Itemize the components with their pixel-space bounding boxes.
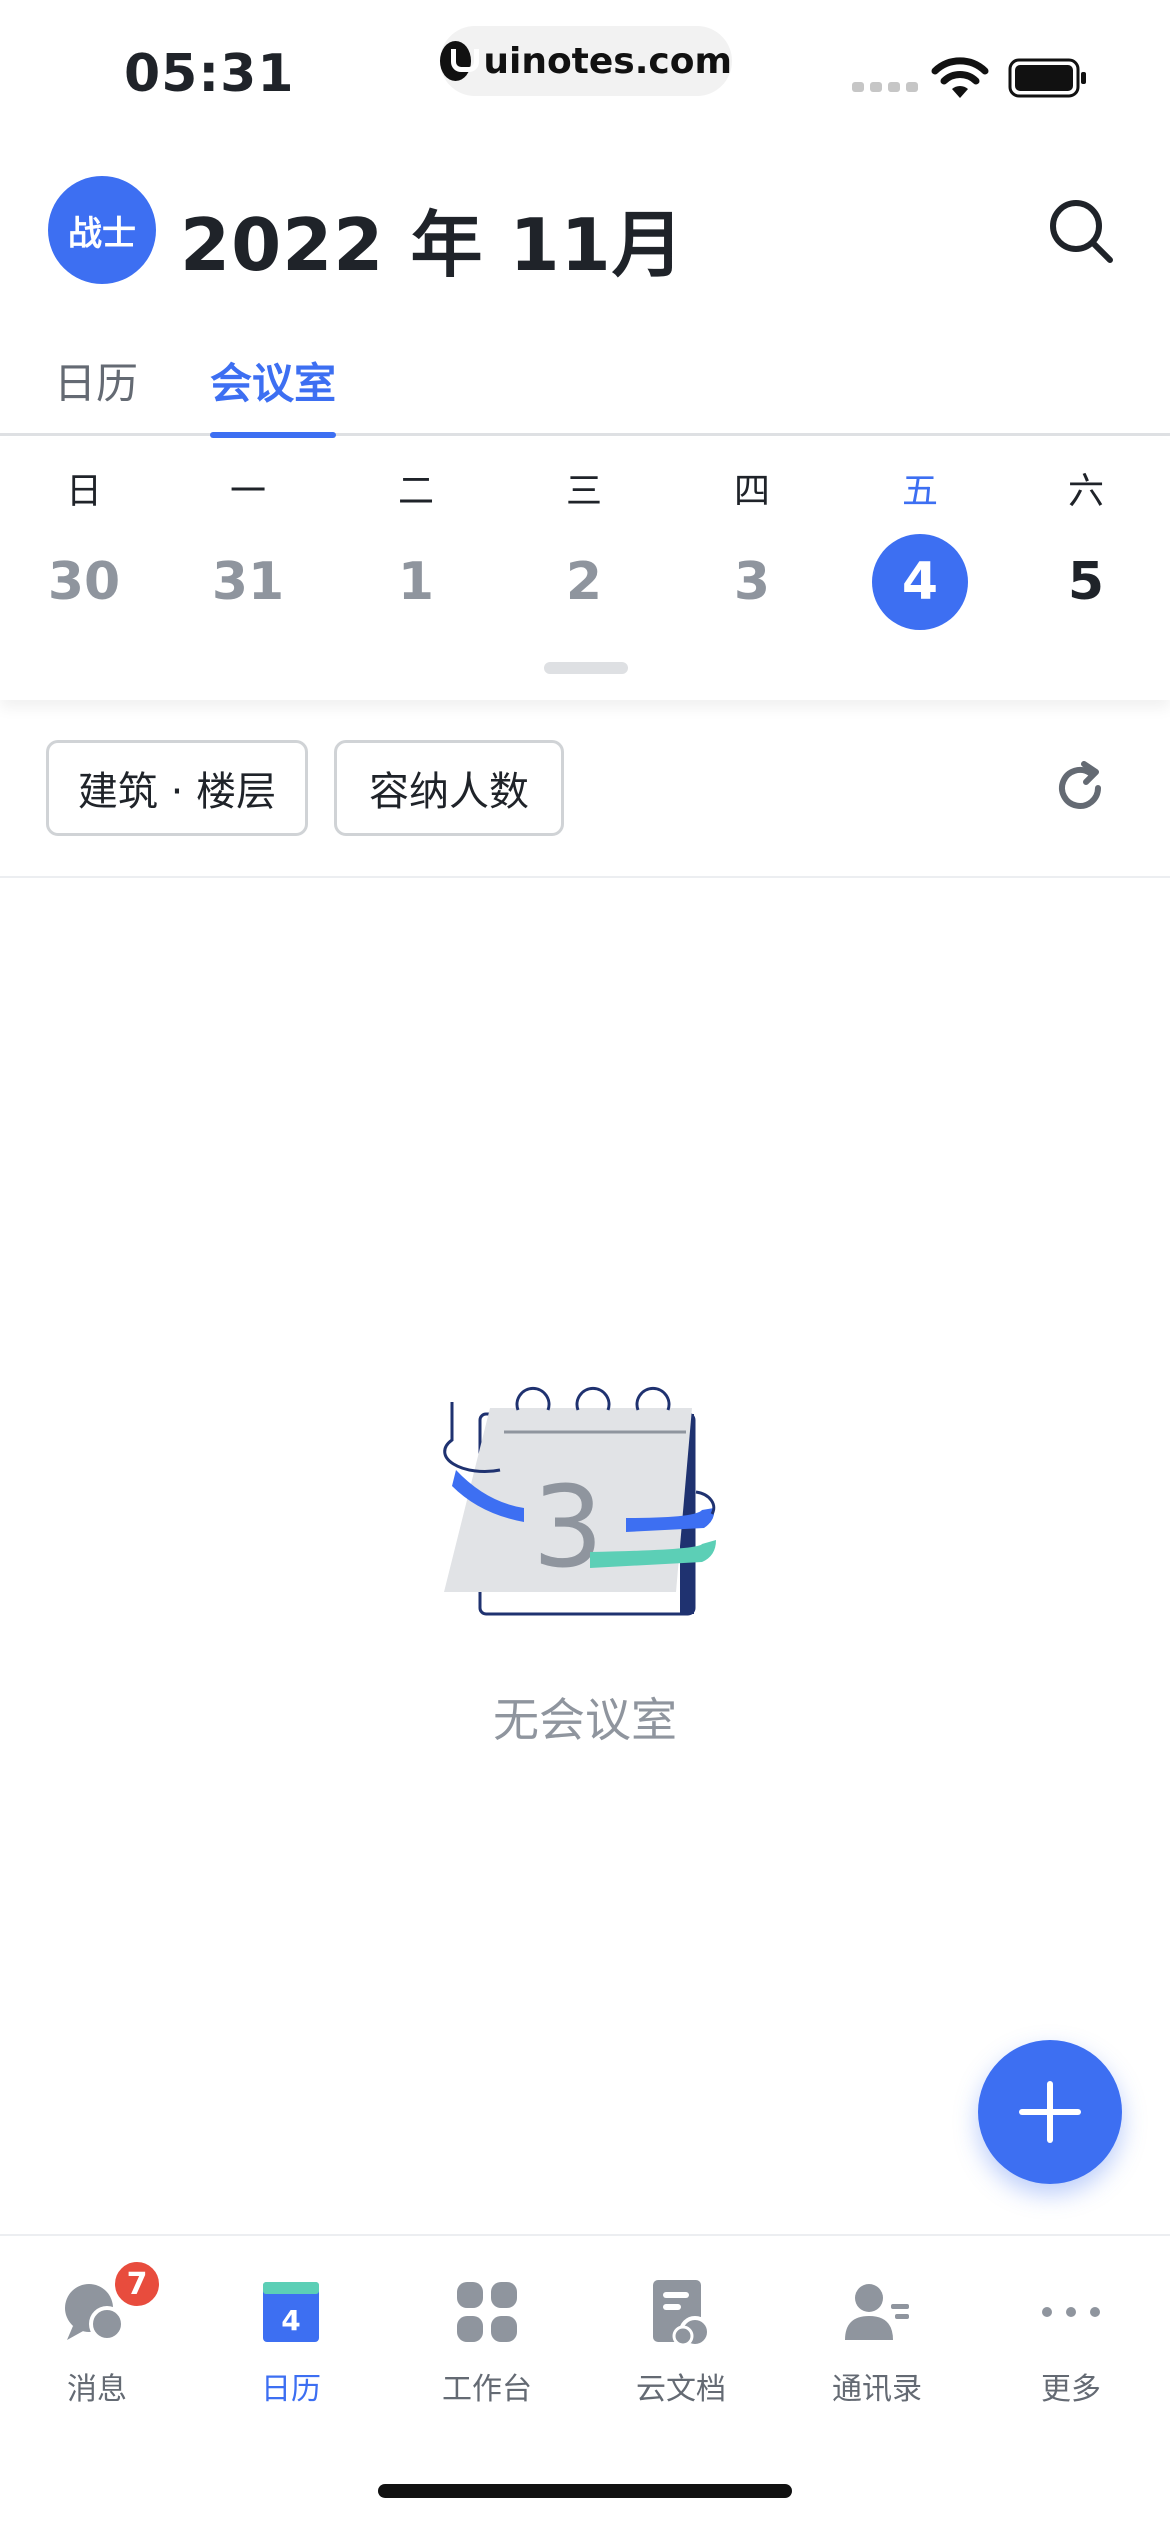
cloud-doc-icon (643, 2274, 719, 2350)
day-name: 四 (733, 471, 770, 512)
search-icon[interactable] (1044, 194, 1116, 266)
building-floor-filter-button[interactable]: 建筑 · 楼层 (46, 740, 308, 836)
nav-workbench[interactable]: 工作台 (392, 2274, 582, 2408)
day-number: 30 (47, 552, 121, 612)
wifi-icon (931, 57, 989, 98)
tab-calendar[interactable]: 日历 (54, 350, 138, 436)
status-bar: 05:31 uinotes.com (0, 0, 1170, 140)
site-logo-icon (440, 41, 480, 81)
message-icon: 7 (59, 2258, 163, 2350)
nav-label: 日历 (261, 2372, 321, 2407)
page-title[interactable]: 2022 年 11月 (180, 186, 685, 291)
illustration-number: 3 (532, 1463, 603, 1593)
status-time: 05:31 (124, 44, 295, 104)
more-icon (1033, 2274, 1109, 2350)
day-sunday[interactable]: 日 30 (14, 440, 154, 630)
battery-icon (1008, 58, 1086, 98)
nav-calendar[interactable]: 4 日历 (196, 2274, 386, 2408)
url-pill[interactable]: uinotes.com (440, 26, 732, 96)
workbench-icon (449, 2274, 525, 2350)
day-name: 一 (229, 471, 266, 512)
contacts-icon (839, 2274, 915, 2350)
day-thursday[interactable]: 四 3 (682, 440, 822, 630)
svg-text:4: 4 (281, 2304, 300, 2337)
day-saturday[interactable]: 六 5 (1016, 440, 1156, 630)
nav-label: 通讯录 (832, 2372, 922, 2407)
nav-cloud-docs[interactable]: 云文档 (586, 2274, 776, 2408)
day-number: 3 (733, 552, 771, 612)
day-wednesday[interactable]: 三 2 (514, 440, 654, 630)
nav-contacts[interactable]: 通讯录 (782, 2274, 972, 2408)
home-indicator (378, 2484, 792, 2498)
nav-label: 更多 (1041, 2372, 1101, 2407)
url-text: uinotes.com (483, 40, 732, 82)
day-friday[interactable]: 五 4 (850, 440, 990, 630)
nav-label: 消息 (67, 2372, 127, 2407)
day-tuesday[interactable]: 二 1 (346, 440, 486, 630)
day-name: 六 (1067, 471, 1104, 512)
nav-more[interactable]: 更多 (976, 2274, 1166, 2408)
drag-handle[interactable] (544, 662, 628, 674)
filter-bar: 建筑 · 楼层 容纳人数 (0, 700, 1170, 878)
add-booking-button[interactable] (978, 2040, 1122, 2184)
day-number-selected: 4 (872, 534, 968, 630)
cellular-signal-icon (852, 82, 918, 92)
day-monday[interactable]: 一 31 (178, 440, 318, 630)
header: 战士 2022 年 11月 (0, 170, 1170, 290)
nav-messages[interactable]: 7 消息 (2, 2258, 192, 2408)
day-number: 2 (565, 552, 603, 612)
tab-bar: 日历 会议室 (0, 340, 1170, 438)
capacity-filter-button[interactable]: 容纳人数 (334, 740, 564, 836)
empty-state-text: 无会议室 (493, 1693, 677, 1747)
unread-badge: 7 (111, 2258, 163, 2310)
tab-meeting-rooms[interactable]: 会议室 (210, 350, 337, 438)
calendar-icon: 4 (253, 2274, 329, 2350)
week-strip: 日 30 一 31 二 1 三 2 四 3 五 4 六 5 (0, 440, 1170, 700)
day-number: 31 (211, 552, 285, 612)
nav-label: 云文档 (636, 2372, 726, 2407)
plus-icon (1019, 2081, 1081, 2143)
avatar[interactable]: 战士 (48, 176, 156, 284)
day-name: 五 (901, 471, 938, 512)
day-name: 日 (65, 471, 102, 512)
day-number: 5 (1067, 552, 1105, 612)
day-number: 1 (397, 552, 435, 612)
nav-label: 工作台 (442, 2372, 532, 2407)
empty-calendar-illustration: 3 (443, 1387, 716, 1616)
day-name: 二 (397, 471, 434, 512)
refresh-icon[interactable] (1050, 758, 1110, 818)
day-name: 三 (565, 471, 602, 512)
